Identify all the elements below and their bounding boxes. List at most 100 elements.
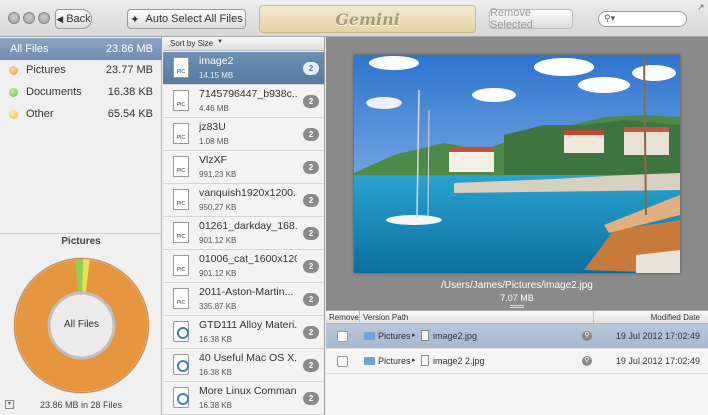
column-header-modified[interactable]: Modified Date [651,313,700,322]
version-file: image2 2.jpg [433,356,485,366]
column-header-path[interactable]: Version Path [363,313,408,322]
search-input[interactable]: ⚲▾ [598,11,687,27]
version-date: 19 Jul 2012 17:02:49 [615,331,700,341]
file-type-tag: PIC [176,168,186,174]
sidebar-item-pictures[interactable]: Pictures 23.77 MB [0,59,162,81]
duplicate-count-badge: 2 [303,293,319,306]
duplicate-count-badge: 2 [303,95,319,108]
file-size: 901.12 KB [199,269,237,278]
file-list-item[interactable]: PIC 7145796447_b938c... 4.46 MB 2 [163,85,324,118]
splitter-handle[interactable] [510,305,524,308]
file-type-tag: PIC [176,234,186,240]
version-date: 19 Jul 2012 17:02:49 [615,356,700,366]
file-list-item[interactable]: 40 Useful Mac OS X... 16.38 KB 2 [163,349,324,382]
disk-image-icon [173,387,189,408]
file-size: 950.27 KB [199,203,237,212]
file-list-item[interactable]: PIC VlzXF 991.23 KB 2 [163,151,324,184]
file-list: Sort by Size ▼ PIC image2 14.15 MB 2 PIC 7145… [163,37,325,415]
folder-icon [364,357,375,365]
preview-size: 7.07 MB [500,293,534,303]
duplicate-count-badge: 2 [303,194,319,207]
zoom-window-button[interactable] [38,12,50,24]
column-divider [359,311,360,324]
file-list-item[interactable]: GTD111 Alloy Materi... 16.38 KB 2 [163,316,324,349]
file-list-item[interactable]: PIC vanquish1920x1200... 950.27 KB 2 [163,184,324,217]
image-file-icon: PIC [173,222,189,243]
image-file-icon: PIC [173,288,189,309]
toolbar: ◀ Back ✦ Auto Select All Files Gemini Re… [0,0,708,37]
sort-header[interactable]: Sort by Size ▼ [163,37,324,51]
remove-selected-button[interactable]: Remove Selected [489,7,573,31]
chart-title: Pictures [61,236,101,247]
file-name: More Linux Comman... [199,385,297,397]
sidebar-item-size: 65.54 KB [107,108,153,120]
other-color-dot [9,109,18,119]
file-name: 40 Useful Mac OS X... [199,352,297,364]
file-list-item[interactable]: PIC jz83U 1.08 MB 2 [163,118,324,151]
sidebar-item-size: 23.77 MB [105,64,153,76]
remove-checkbox[interactable] [337,356,348,367]
duplicate-count-badge: 2 [303,359,319,372]
file-type-tag: PIC [176,102,186,108]
file-name: 7145796447_b938c... [199,88,297,100]
version-folder: Pictures [378,331,411,341]
sidebar-item-label: Pictures [26,64,66,76]
version-row[interactable]: Pictures ▸ image2.jpg ⚲ 19 Jul 2012 17:0… [326,324,708,349]
folder-icon [364,332,375,340]
pictures-color-dot [9,65,18,75]
preview-path: /Users/James/Pictures/image2.jpg [441,280,593,291]
file-type-tag: PIC [176,201,186,207]
file-size: 16.38 KB [199,401,232,410]
file-name: image2 [199,55,234,67]
sidebar-item-other[interactable]: Other 65.54 KB [0,103,162,125]
remove-checkbox[interactable] [337,331,348,342]
back-button[interactable]: ◀ Back [55,9,92,29]
file-list-item[interactable]: PIC 01006_cat_1600x1200 901.12 KB 2 [163,250,324,283]
duplicate-count-badge: 2 [303,161,319,174]
reveal-icon[interactable]: ⚲ [582,356,592,366]
version-file: image2.jpg [433,331,478,341]
file-name: 01006_cat_1600x1200 [199,253,297,265]
auto-select-label: Auto Select All Files [145,13,243,25]
file-list-item[interactable]: PIC 2011-Aston-Martin... 335.87 KB 2 [163,283,324,316]
image-file-icon: PIC [173,156,189,177]
version-row[interactable]: Pictures ▸ image2 2.jpg ⚲ 19 Jul 2012 17… [326,349,708,374]
preview-image [354,54,680,273]
image-file-icon [421,355,429,366]
minimize-window-button[interactable] [23,12,35,24]
sidebar-item-all-files[interactable]: All Files 23.86 MB [0,38,162,60]
disk-image-icon [173,321,189,342]
preview-pane: /Users/James/Pictures/image2.jpg 7.07 MB [326,37,708,310]
auto-select-button[interactable]: ✦ Auto Select All Files [127,9,246,29]
file-size: 335.87 KB [199,302,237,311]
close-window-button[interactable] [8,12,20,24]
image-file-icon: PIC [173,123,189,144]
image-file-icon: PIC [173,255,189,276]
version-folder: Pictures [378,356,411,366]
sidebar-item-label: All Files [10,43,49,55]
magic-wand-icon: ✦ [130,13,140,26]
file-name: jz83U [199,121,226,133]
file-name: GTD111 Alloy Materi... [199,319,297,331]
chart-center-label: All Files [63,319,99,330]
file-list-item[interactable]: PIC 01261_darkday_168... 901.12 KB 2 [163,217,324,250]
file-list-item[interactable]: PIC image2 14.15 MB 2 [163,52,324,85]
search-icon: ⚲▾ [604,13,616,23]
sidebar-item-size: 16.38 KB [107,86,153,98]
file-name: 2011-Aston-Martin... [199,286,294,298]
reveal-icon[interactable]: ⚲ [582,331,592,341]
file-list-item[interactable]: More Linux Comman... 16.38 KB 2 [163,382,324,415]
versions-header: Remove Version Path Modified Date [326,310,708,324]
file-type-tag: PIC [176,267,186,273]
sidebar-item-documents[interactable]: Documents 16.38 KB [0,81,162,103]
sidebar-item-size: 23.86 MB [105,43,153,55]
file-name: 01261_darkday_168... [199,220,297,232]
duplicate-count-badge: 2 [303,326,319,339]
image-file-icon: PIC [173,189,189,210]
fullscreen-icon[interactable]: ↗ [697,2,705,13]
duplicate-count-badge: 2 [303,62,319,75]
image-file-icon: PIC [173,90,189,111]
column-header-remove[interactable]: Remove [329,313,359,322]
duplicate-count-badge: 2 [303,392,319,405]
donut-chart[interactable]: All Files [12,256,151,395]
